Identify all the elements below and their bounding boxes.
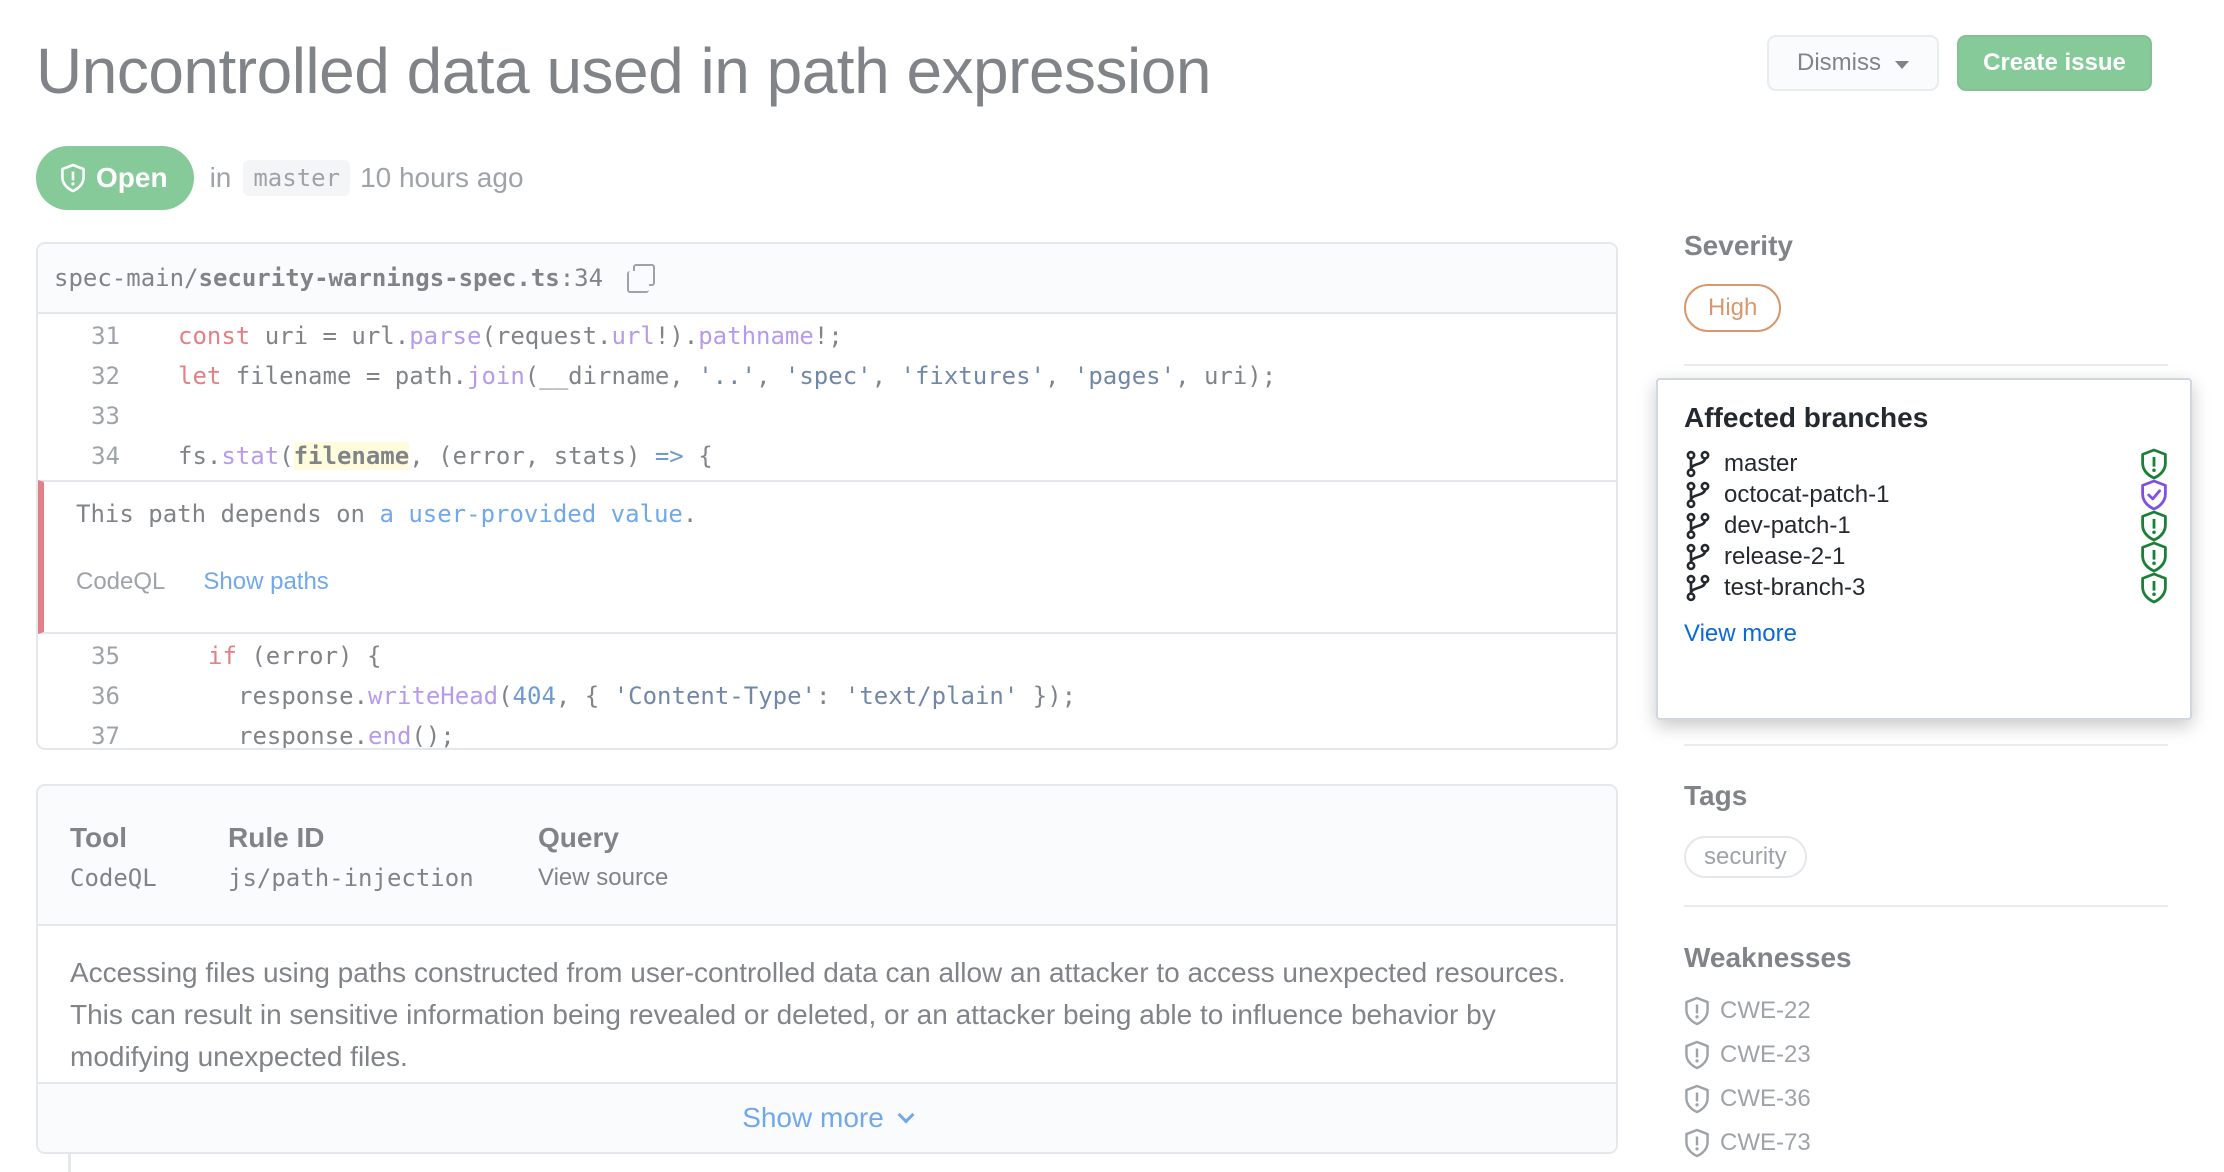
weakness-item[interactable]: CWE-36 xyxy=(1684,1084,1811,1114)
code-line: 36 response.writeHead(404, { 'Content-Ty… xyxy=(38,676,1616,716)
sidebar-divider xyxy=(1684,905,2168,907)
code-text: if (error) { xyxy=(208,642,382,670)
weakness-label: CWE-73 xyxy=(1720,1129,1811,1156)
code-line: 34 fs.stat(filename, (error, stats) => { xyxy=(38,436,1616,476)
tag-security[interactable]: security xyxy=(1684,836,1807,878)
alert-status-row: Open in master 10 hours ago xyxy=(36,146,524,210)
weakness-item[interactable]: CWE-23 xyxy=(1684,1040,1811,1070)
in-label: in xyxy=(209,162,232,193)
alert-message: This path depends on a user-provided val… xyxy=(38,480,1616,634)
branch-ref[interactable]: master xyxy=(243,160,351,196)
weakness-label: CWE-22 xyxy=(1720,997,1811,1024)
view-source-link[interactable]: View source xyxy=(538,864,668,892)
status-badge: Open xyxy=(36,146,194,210)
code-line: 37 response.end(); xyxy=(38,716,1616,750)
rule-description: Accessing files using paths constructed … xyxy=(70,957,1566,1072)
sidebar-divider xyxy=(1684,744,2168,746)
line-number: 31 xyxy=(91,322,120,350)
sidebar-divider xyxy=(1684,364,2168,366)
branch-name: release-2-1 xyxy=(1724,543,1846,570)
shield-alert-icon xyxy=(61,163,85,193)
code-line: 31 const uri = url.parse(request.url!).p… xyxy=(38,316,1616,356)
branch-name: test-branch-3 xyxy=(1724,574,1866,601)
tool-value: CodeQL xyxy=(70,864,157,892)
line-number: 34 xyxy=(91,442,120,470)
weakness-item[interactable]: CWE-73 xyxy=(1684,1128,1811,1158)
alert-meta: CodeQL Show paths xyxy=(76,568,329,596)
dismiss-button[interactable]: Dismiss xyxy=(1767,35,1939,91)
status-label: Open xyxy=(96,162,168,193)
line-number: 35 xyxy=(91,642,120,670)
file-line: :34 xyxy=(559,264,604,292)
weakness-label: CWE-23 xyxy=(1720,1041,1811,1068)
source-link[interactable]: a user-provided value xyxy=(379,500,682,528)
tool-heading: Tool xyxy=(70,822,128,853)
dismiss-label: Dismiss xyxy=(1797,49,1881,76)
alert-text: This path depends on a user-provided val… xyxy=(76,500,698,528)
code-line: 35 if (error) { xyxy=(38,636,1616,676)
page-title: Uncontrolled data used in path expressio… xyxy=(36,35,1211,107)
branch-row-test-branch-3[interactable]: test-branch-3 xyxy=(1684,568,2168,608)
rule-value: js/path-injection xyxy=(228,864,474,892)
copy-icon[interactable] xyxy=(625,262,657,294)
severity-badge: High xyxy=(1684,284,1782,332)
tool-column: Tool CodeQL xyxy=(70,822,157,892)
popover-title: Affected branches xyxy=(1684,402,1929,433)
shield-alert-icon xyxy=(1685,996,1709,1026)
shield-alert-icon xyxy=(2141,572,2167,604)
file-dir[interactable]: spec-main/ xyxy=(54,264,199,292)
code-text: response.writeHead(404, { 'Content-Type'… xyxy=(238,682,1077,710)
line-number: 33 xyxy=(91,402,120,430)
code-text: fs.stat(filename, (error, stats) => { xyxy=(178,442,713,470)
shield-alert-icon xyxy=(1685,1084,1709,1114)
query-column: Query View source xyxy=(538,822,668,892)
view-more-link[interactable]: View more xyxy=(1684,620,1797,648)
line-number: 37 xyxy=(91,722,120,750)
branch-name: master xyxy=(1724,450,1798,477)
line-number: 32 xyxy=(91,362,120,390)
code-text: let filename = path.join(__dirname, '..'… xyxy=(178,362,1277,390)
code-text: response.end(); xyxy=(238,722,455,750)
shield-alert-icon xyxy=(1685,1040,1709,1070)
shield-alert-icon xyxy=(1685,1128,1709,1158)
weakness-item[interactable]: CWE-22 xyxy=(1684,996,1811,1026)
show-paths-link[interactable]: Show paths xyxy=(203,568,328,596)
tags-heading: Tags xyxy=(1684,780,1748,811)
branch-name: octocat-patch-1 xyxy=(1724,481,1890,508)
rule-heading: Rule ID xyxy=(228,822,325,853)
show-more-label: Show more xyxy=(742,1102,884,1133)
code-snippet: spec-main/ security-warnings-spec.ts :34… xyxy=(36,242,1618,750)
code-text: const uri = url.parse(request.url!).path… xyxy=(178,322,843,350)
caret-down-icon xyxy=(1895,60,1909,69)
file-path-header: spec-main/ security-warnings-spec.ts :34 xyxy=(38,244,1616,314)
affected-branches-popover: Affected branches master octocat-patch-1… xyxy=(1656,378,2192,720)
chevron-down-icon xyxy=(897,1106,915,1124)
severity-heading: Severity xyxy=(1684,230,1793,261)
show-more-button[interactable]: Show more xyxy=(38,1082,1616,1152)
branch-name: dev-patch-1 xyxy=(1724,512,1851,539)
line-number: 36 xyxy=(91,682,120,710)
rule-details: Tool CodeQL Rule ID js/path-injection Qu… xyxy=(36,784,1618,1154)
alert-tool: CodeQL xyxy=(76,568,166,595)
code-line: 33 xyxy=(38,396,1616,436)
timeline-line xyxy=(68,1154,71,1172)
weakness-label: CWE-36 xyxy=(1720,1085,1811,1112)
rule-column: Rule ID js/path-injection xyxy=(228,822,474,892)
query-heading: Query xyxy=(538,822,619,853)
file-name[interactable]: security-warnings-spec.ts xyxy=(199,264,560,292)
weaknesses-heading: Weaknesses xyxy=(1684,942,1852,973)
rule-meta: Tool CodeQL Rule ID js/path-injection Qu… xyxy=(38,786,1616,926)
code-line: 32 let filename = path.join(__dirname, '… xyxy=(38,356,1616,396)
create-issue-button[interactable]: Create issue xyxy=(1957,35,2152,91)
timestamp: 10 hours ago xyxy=(360,162,524,193)
git-branch-icon xyxy=(1686,574,1710,602)
